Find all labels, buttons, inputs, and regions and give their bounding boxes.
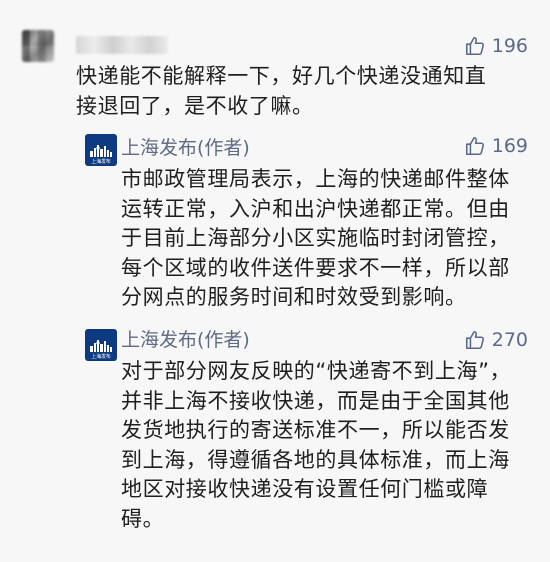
like-count: 169 <box>491 135 528 157</box>
comment-line: 市邮政管理局表示，上海的快递邮件整体 <box>121 167 510 191</box>
comment-line: 快递能不能解释一下，好几个快递没通知直 <box>76 64 487 88</box>
like-button[interactable]: 169 <box>464 134 528 158</box>
comment-text: 对于部分网友反映的“快递寄不到上海”， 并非上海不接收快递，而是由于全国其他 发… <box>121 357 511 534</box>
comment-line: 发货地执行的寄送标准不一，所以能否发 <box>121 418 510 442</box>
author-name[interactable]: 上海发布(作者) <box>121 328 250 352</box>
comment-line: 接退回了，是不收了嘛。 <box>76 93 314 118</box>
comment-text: 市邮政管理局表示，上海的快递邮件整体 运转正常，入沪和出沪快递都正常。但由 于目… <box>121 165 510 313</box>
shanghai-skyline-icon <box>90 145 112 157</box>
comment-line: 分网点的服务时间和时效受到影响。 <box>121 285 467 309</box>
comment-line: 地区对接收快递没有设置任何门槛或障 <box>121 477 489 501</box>
thumbs-up-icon <box>465 36 484 56</box>
shanghai-skyline-icon <box>90 340 112 352</box>
like-button[interactable]: 196 <box>464 34 528 58</box>
comment-line: 于目前上海部分小区实施临时封闭管控， <box>121 226 510 250</box>
like-button[interactable]: 270 <box>464 328 528 352</box>
publisher-avatar-label: 上海发布 <box>91 159 111 165</box>
publisher-avatar[interactable]: 上海发布 <box>85 134 117 166</box>
like-count: 270 <box>491 329 528 351</box>
user-avatar[interactable] <box>22 30 54 62</box>
publisher-avatar-label: 上海发布 <box>91 354 111 360</box>
like-count: 196 <box>491 35 528 57</box>
comment-line: 到上海，得遵循各地的具体标准，而上海 <box>121 447 510 472</box>
comment-line: 每个区域的收件送件要求不一样，所以部 <box>121 255 510 280</box>
comment-text: 快递能不能解释一下，好几个快递没通知直 接退回了，是不收了嘛。 <box>76 62 486 121</box>
comment-line: 碍。 <box>121 506 165 531</box>
comment-line: 对于部分网友反映的“快递寄不到上海”， <box>121 359 512 383</box>
author-name[interactable]: 上海发布(作者) <box>121 136 250 160</box>
comment-line: 并非上海不接收快递，而是由于全国其他 <box>121 388 510 413</box>
comment-line: 运转正常，入沪和出沪快递都正常。但由 <box>121 196 510 221</box>
thumbs-up-icon <box>465 136 484 156</box>
blurred-username <box>76 36 168 54</box>
thumbs-up-icon <box>465 330 484 350</box>
publisher-avatar[interactable]: 上海发布 <box>85 329 117 361</box>
